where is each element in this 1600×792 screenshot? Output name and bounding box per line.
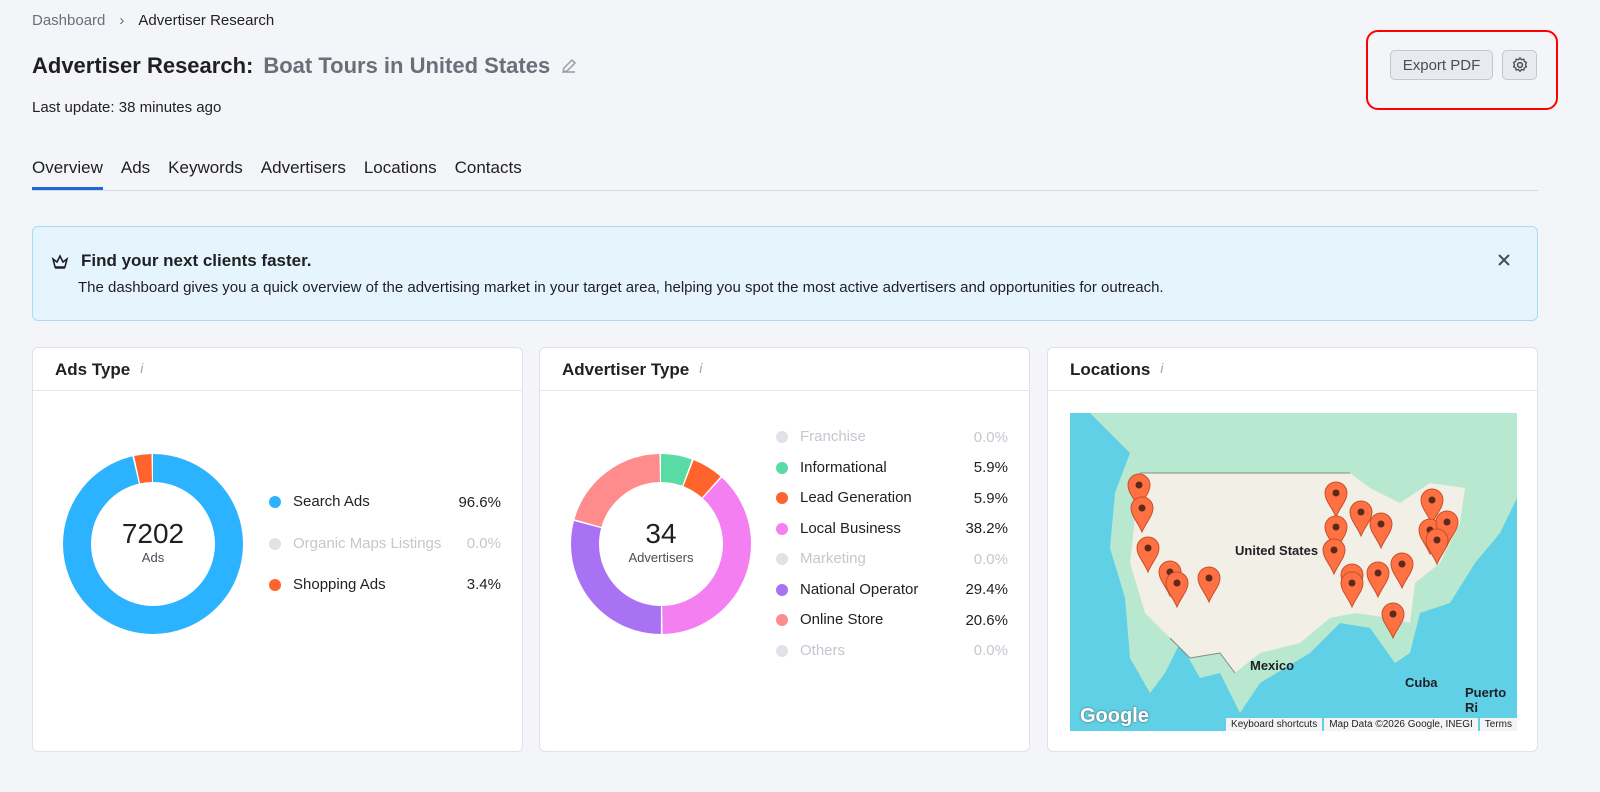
- ads-type-legend: Search Ads 96.6% Organic Maps Listings 0.0%…: [269, 487, 501, 600]
- legend-label: Shopping Ads: [293, 575, 386, 593]
- info-icon[interactable]: i: [1160, 360, 1163, 378]
- legend-item[interactable]: Online Store 20.6%: [776, 605, 1008, 636]
- legend-value: 0.0%: [973, 550, 1008, 568]
- legend-value: 29.4%: [965, 581, 1008, 599]
- legend-label: National Operator: [800, 580, 919, 598]
- info-icon[interactable]: i: [140, 360, 143, 378]
- legend-item[interactable]: Franchise 0.0%: [776, 422, 1008, 453]
- legend-dot: [776, 492, 788, 505]
- legend-dot: [269, 537, 281, 550]
- tab-advertisers[interactable]: Advertisers: [261, 158, 346, 190]
- last-update: Last update: 38 minutes ago: [32, 99, 222, 116]
- ads-type-card: Ads Type i 7202 Ads Search Ads 96.6% Organic…: [32, 347, 523, 752]
- settings-button[interactable]: [1502, 50, 1537, 80]
- breadcrumb: Dashboard › Advertiser Research: [32, 12, 274, 29]
- map-footer: Keyboard shortcuts Map Data ©2026 Google…: [1226, 718, 1517, 731]
- tab-locations[interactable]: Locations: [364, 158, 437, 190]
- legend-dot: [269, 578, 281, 591]
- legend-dot: [776, 644, 788, 657]
- legend-dot: [776, 522, 788, 535]
- info-icon[interactable]: i: [699, 360, 702, 378]
- legend-value: 5.9%: [973, 489, 1008, 507]
- map-label-us: United States: [1235, 543, 1319, 558]
- legend-value: 0.0%: [466, 535, 501, 552]
- legend-value: 5.9%: [973, 459, 1008, 477]
- legend-dot: [269, 496, 281, 509]
- map-label-mexico: Mexico: [1250, 658, 1295, 673]
- legend-dot: [776, 583, 788, 596]
- close-icon[interactable]: [1498, 254, 1510, 266]
- tab-contacts[interactable]: Contacts: [455, 158, 522, 190]
- keyboard-shortcuts-link[interactable]: Keyboard shortcuts: [1226, 718, 1323, 731]
- card-title: Advertiser Type: [562, 360, 690, 379]
- map-label-cuba: Cuba: [1405, 675, 1438, 690]
- legend-dot: [776, 553, 788, 566]
- info-banner: Find your next clients faster. The dashb…: [32, 226, 1538, 321]
- legend-item[interactable]: Lead Generation 5.9%: [776, 483, 1008, 514]
- legend-label: Organic Maps Listings: [293, 534, 442, 552]
- ads-unit: Ads: [141, 550, 165, 565]
- gear-icon: [1512, 56, 1527, 73]
- tab-ads[interactable]: Ads: [121, 158, 150, 190]
- legend-label: Online Store: [800, 611, 884, 629]
- map-data: Map Data ©2026 Google, INEGI: [1324, 718, 1478, 731]
- legend-value: 20.6%: [965, 611, 1008, 629]
- export-pdf-button[interactable]: Export PDF: [1390, 50, 1493, 80]
- legend-item[interactable]: Informational 5.9%: [776, 453, 1008, 484]
- legend-dot: [776, 461, 788, 474]
- legend-item[interactable]: Search Ads 96.6%: [269, 487, 501, 518]
- legend-item[interactable]: Others 0.0%: [776, 636, 1008, 667]
- title-text: Advertiser Research:: [32, 53, 254, 78]
- map[interactable]: United States Mexico Cuba Puerto Ri Goog…: [1070, 413, 1517, 731]
- tab-bar: Overview Ads Keywords Advertisers Locations C…: [32, 158, 1538, 191]
- legend-label: Search Ads: [293, 493, 370, 511]
- advertisers-unit: Advertisers: [628, 550, 694, 565]
- legend-item[interactable]: Shopping Ads 3.4%: [269, 570, 501, 601]
- advertiser-type-legend: Franchise 0.0% Informational 5.9% Lead Gener…: [776, 422, 1008, 666]
- legend-value: 0.0%: [973, 428, 1008, 446]
- advertisers-total: 34: [645, 518, 677, 549]
- legend-dot: [776, 614, 788, 627]
- map-canvas[interactable]: [1070, 413, 1517, 731]
- legend-label: Others: [800, 641, 846, 659]
- banner-text: The dashboard gives you a quick overview…: [78, 279, 1164, 296]
- legend-item[interactable]: Marketing 0.0%: [776, 544, 1008, 575]
- project-name: Boat Tours in United States: [263, 53, 551, 78]
- google-logo: Google: [1080, 705, 1149, 727]
- legend-value: 38.2%: [965, 520, 1008, 538]
- legend-label: Informational: [800, 458, 887, 476]
- terms-link[interactable]: Terms: [1479, 718, 1517, 731]
- chevron-right-icon: ›: [119, 12, 125, 29]
- legend-label: Local Business: [800, 519, 901, 537]
- legend-label: Lead Generation: [800, 489, 912, 507]
- legend-item[interactable]: Organic Maps Listings 0.0%: [269, 518, 501, 570]
- breadcrumb-current: Advertiser Research: [138, 12, 275, 29]
- legend-value: 0.0%: [973, 642, 1008, 660]
- legend-label: Marketing: [800, 550, 866, 568]
- crown-icon: [51, 254, 69, 269]
- legend-item[interactable]: National Operator 29.4%: [776, 575, 1008, 606]
- legend-item[interactable]: Local Business 38.2%: [776, 514, 1008, 545]
- page-title: Advertiser Research: Boat Tours in Unite…: [32, 53, 578, 79]
- map-label-pr: Puerto Ri: [1465, 685, 1507, 715]
- locations-card: Locations i United States Mexico Cuba Pue…: [1047, 347, 1538, 752]
- pencil-icon[interactable]: [560, 57, 578, 75]
- breadcrumb-dashboard[interactable]: Dashboard: [32, 12, 105, 29]
- advertiser-type-card: Advertiser Type i 34 Advertisers Franchise…: [539, 347, 1030, 752]
- ads-total: 7202: [121, 518, 185, 549]
- legend-value: 3.4%: [466, 576, 501, 594]
- legend-label: Franchise: [800, 428, 866, 446]
- card-title: Locations: [1070, 360, 1151, 379]
- legend-value: 96.6%: [458, 493, 501, 511]
- tab-keywords[interactable]: Keywords: [168, 158, 243, 190]
- card-title: Ads Type: [55, 360, 131, 379]
- banner-title: Find your next clients faster.: [81, 251, 312, 270]
- legend-dot: [776, 431, 788, 444]
- tab-overview[interactable]: Overview: [32, 158, 103, 190]
